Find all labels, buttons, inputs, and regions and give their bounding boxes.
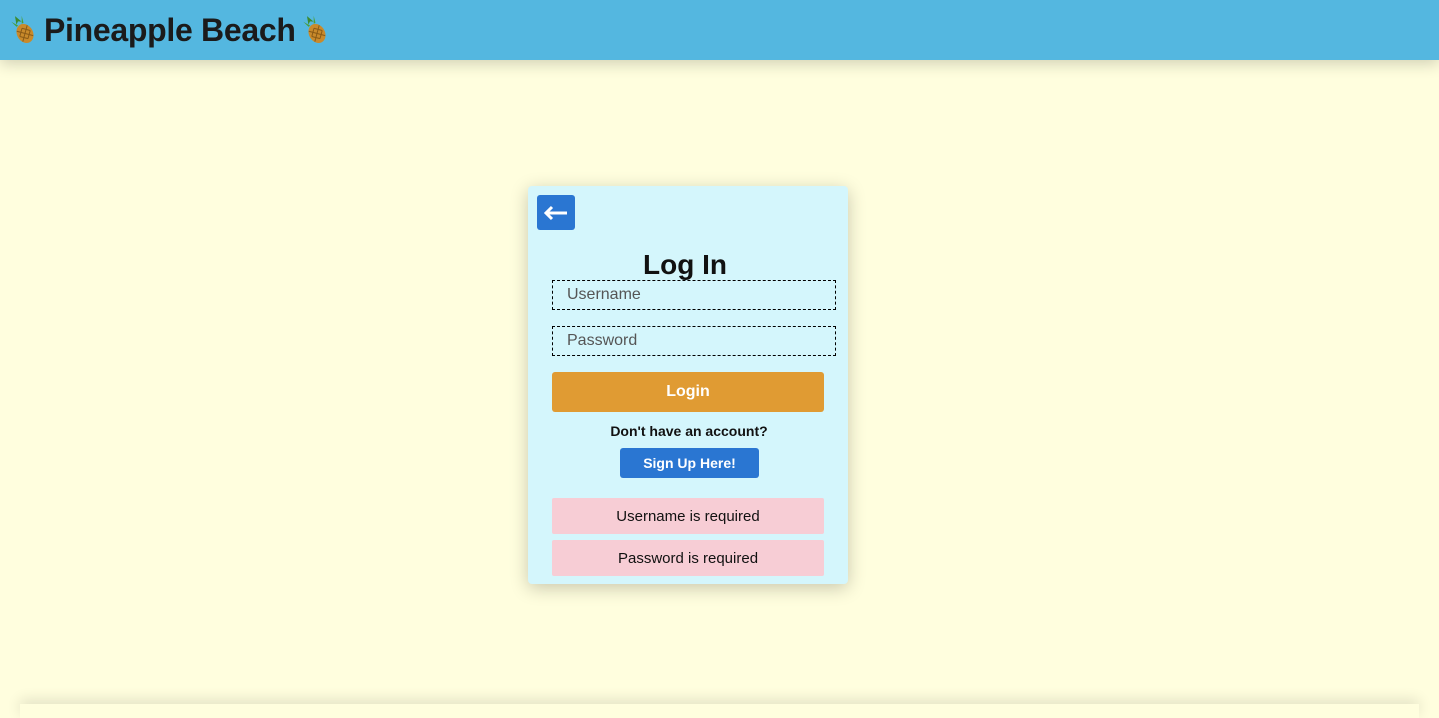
login-title: Log In [528, 249, 842, 281]
brand: Pineapple Beach [8, 0, 330, 60]
error-message: Password is required [552, 540, 824, 576]
login-card: Log In Login Don't have an account? Sign… [528, 186, 848, 584]
pineapple-icon [8, 12, 38, 48]
pineapple-icon [300, 12, 330, 48]
site-title: Pineapple Beach [44, 12, 296, 49]
arrow-left-icon [543, 205, 569, 221]
top-header: Pineapple Beach [0, 0, 1439, 60]
no-account-text: Don't have an account? [528, 423, 850, 439]
password-input[interactable] [552, 326, 836, 356]
username-input[interactable] [552, 280, 836, 310]
login-button[interactable]: Login [552, 372, 824, 412]
back-button[interactable] [537, 195, 575, 230]
bottom-bar-shadow [20, 704, 1419, 718]
signup-button[interactable]: Sign Up Here! [620, 448, 759, 478]
error-message: Username is required [552, 498, 824, 534]
